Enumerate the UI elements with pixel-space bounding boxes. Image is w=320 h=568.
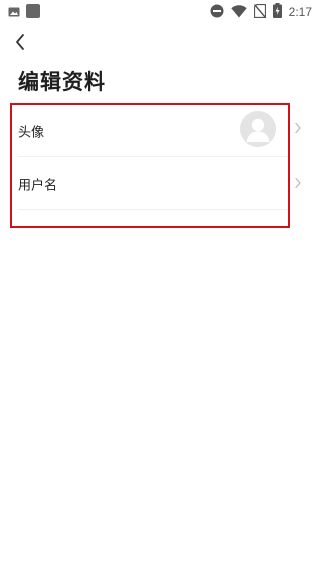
list-item-label: 头像: [18, 125, 45, 141]
image-icon: [8, 3, 20, 22]
no-sim-icon: [253, 3, 266, 22]
app-square-icon: [26, 3, 40, 22]
do-not-disturb-icon: [210, 3, 224, 22]
chevron-left-icon: [14, 33, 26, 55]
list-item-avatar[interactable]: 头像: [12, 105, 288, 157]
back-button[interactable]: [8, 32, 32, 56]
wifi-icon: [230, 3, 247, 22]
page-title: 编辑资料: [18, 70, 106, 94]
battery-charging-icon: [272, 2, 282, 22]
status-bar-left: [8, 3, 40, 22]
row-divider: [18, 209, 288, 210]
status-bar: 2:17: [0, 0, 320, 24]
profile-settings-list: 头像 用户名: [10, 103, 290, 228]
status-bar-right: 2:17: [210, 2, 312, 22]
list-item-label: 用户名: [18, 178, 58, 194]
chevron-right-icon[interactable]: [293, 175, 303, 189]
list-item-username[interactable]: 用户名: [12, 157, 288, 211]
status-time: 2:17: [288, 5, 312, 19]
chevron-right-icon[interactable]: [293, 120, 303, 134]
default-avatar-icon[interactable]: [240, 111, 276, 147]
